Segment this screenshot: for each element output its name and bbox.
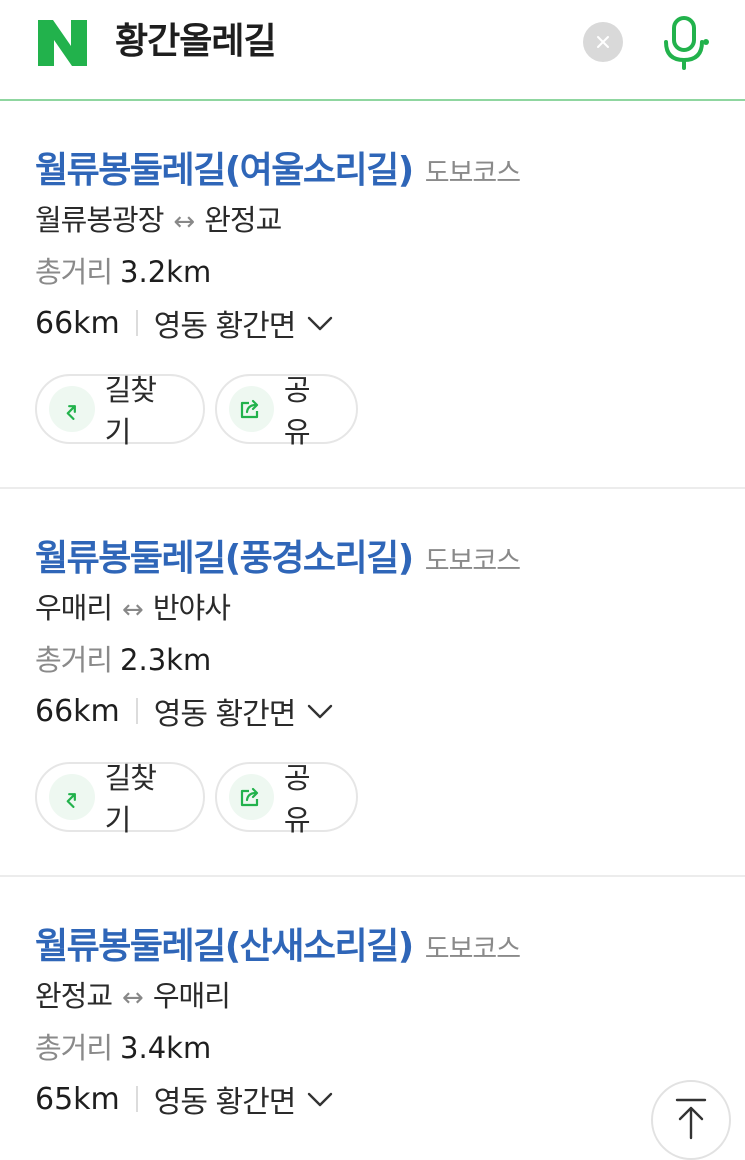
route-end: 우매리 (152, 979, 231, 1013)
route-arrow-icon: ↔ (122, 983, 144, 1013)
result-category: 도보코스 (424, 546, 521, 577)
distance-value: 2.3km (120, 643, 212, 677)
result-category: 도보코스 (424, 158, 521, 189)
result-location[interactable]: 66km 영동 황간면 (35, 301, 333, 345)
share-label: 공유 (283, 373, 311, 449)
route-start: 완정교 (35, 979, 113, 1013)
share-button[interactable]: 공유 (215, 761, 358, 837)
route-end: 완정교 (204, 203, 282, 237)
chevron-down-icon[interactable] (307, 314, 333, 332)
route-arrow-icon: ↔ (122, 595, 144, 625)
result-title-row: 월류봉둘레길(여울소리길) 도보코스 (35, 141, 521, 193)
naver-logo-icon[interactable] (38, 20, 87, 66)
share-icon (229, 774, 274, 820)
scroll-to-top-button[interactable] (651, 1080, 731, 1160)
separator (135, 698, 138, 724)
directions-button[interactable]: 길찾기 (35, 761, 205, 837)
distance-label: 총거리 (35, 255, 113, 289)
share-button[interactable]: 공유 (215, 373, 358, 449)
clear-icon (597, 36, 609, 48)
separator (135, 310, 138, 336)
km-away: 66km (35, 693, 120, 729)
clear-button[interactable] (583, 22, 623, 62)
result-route: 우매리 ↔ 반야사 (35, 585, 231, 627)
result-category: 도보코스 (424, 934, 521, 965)
share-icon (229, 386, 274, 432)
km-away: 65km (35, 1081, 120, 1117)
directions-button[interactable]: 길찾기 (35, 373, 205, 449)
directions-label: 길찾기 (104, 761, 157, 837)
result-distance: 총거리 3.2km (35, 249, 211, 291)
km-away: 66km (35, 305, 120, 341)
arrow-up-icon (675, 1098, 707, 1140)
directions-icon (49, 774, 95, 820)
result-route: 월류봉광장 ↔ 완정교 (35, 197, 282, 239)
result-distance: 총거리 2.3km (35, 637, 211, 679)
microphone-icon[interactable] (660, 14, 710, 72)
share-label: 공유 (283, 761, 311, 837)
route-arrow-icon: ↔ (173, 207, 195, 237)
result-actions: 길찾기 공유 (35, 761, 368, 837)
area-label: 영동 황간면 (153, 309, 297, 344)
directions-label: 길찾기 (104, 373, 157, 449)
result-title-link[interactable]: 월류봉둘레길(풍경소리길) (35, 538, 414, 579)
result-title-link[interactable]: 월류봉둘레길(여울소리길) (35, 150, 414, 191)
result-card: 월류봉둘레길(여울소리길) 도보코스 월류봉광장 ↔ 완정교 총거리 3.2km 66k… (0, 101, 745, 489)
result-title-link[interactable]: 월류봉둘레길(산새소리길) (35, 926, 414, 967)
search-query[interactable]: 황간올레길 (115, 16, 277, 68)
route-start: 월류봉광장 (35, 203, 164, 237)
distance-label: 총거리 (35, 643, 113, 677)
directions-icon (49, 386, 95, 432)
area-label: 영동 황간면 (153, 697, 297, 732)
result-title-row: 월류봉둘레길(산새소리길) 도보코스 (35, 917, 521, 969)
area-label: 영동 황간면 (153, 1085, 297, 1120)
result-actions: 길찾기 공유 (35, 373, 368, 449)
search-header: 황간올레길 (0, 0, 745, 101)
chevron-down-icon[interactable] (307, 1090, 333, 1108)
result-card: 월류봉둘레길(산새소리길) 도보코스 완정교 ↔ 우매리 총거리 3.4km 65km … (0, 877, 745, 1139)
result-card: 월류봉둘레길(풍경소리길) 도보코스 우매리 ↔ 반야사 총거리 2.3km 66km … (0, 489, 745, 877)
distance-label: 총거리 (35, 1031, 113, 1065)
result-location[interactable]: 65km 영동 황간면 (35, 1077, 333, 1121)
chevron-down-icon[interactable] (307, 702, 333, 720)
distance-value: 3.2km (120, 255, 212, 289)
result-location[interactable]: 66km 영동 황간면 (35, 689, 333, 733)
result-route: 완정교 ↔ 우매리 (35, 973, 231, 1015)
separator (135, 1086, 138, 1112)
distance-value: 3.4km (120, 1031, 212, 1065)
result-title-row: 월류봉둘레길(풍경소리길) 도보코스 (35, 529, 521, 581)
result-distance: 총거리 3.4km (35, 1025, 211, 1067)
route-start: 우매리 (35, 591, 113, 625)
route-end: 반야사 (152, 591, 231, 625)
